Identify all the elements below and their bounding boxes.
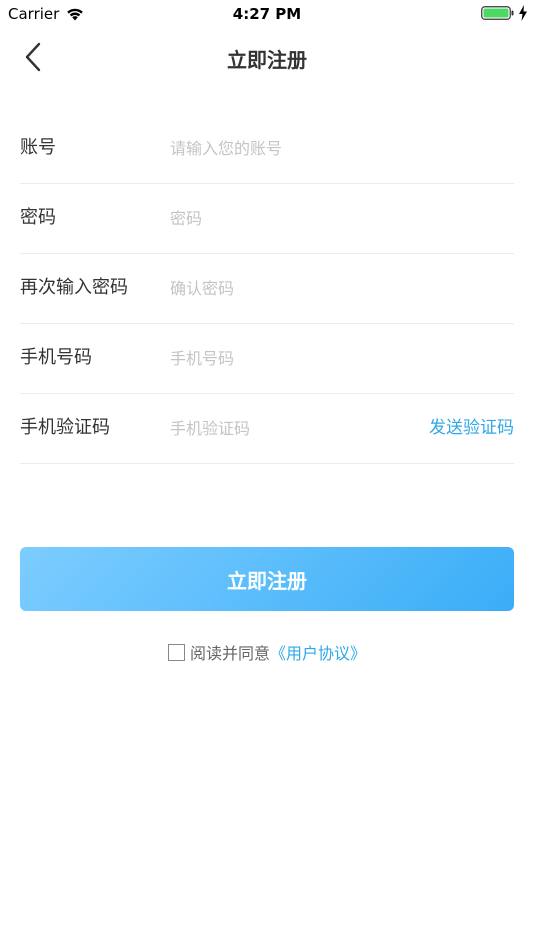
form-row-password: 密码 (20, 184, 514, 254)
form-row-verification-code: 手机验证码 发送验证码 (20, 394, 514, 464)
password-input[interactable] (170, 202, 410, 234)
account-label: 账号 (20, 137, 56, 158)
password-label: 密码 (20, 207, 56, 228)
form-row-account: 账号 (20, 114, 514, 184)
agree-checkbox[interactable] (167, 643, 185, 661)
form-row-phone: 手机号码 (20, 324, 514, 394)
user-agreement-link[interactable]: 《用户协议》 (270, 640, 366, 664)
agreement-text: 阅读并同意 (189, 644, 270, 663)
form-row-confirm-password: 再次输入密码 (20, 254, 514, 324)
agreement: 阅读并同意 《用户协议》 (0, 640, 534, 664)
status-time: 4:27 PM (232, 5, 302, 23)
battery-icon (481, 5, 515, 21)
charging-bolt-icon (518, 5, 528, 21)
send-code-button[interactable]: 发送验证码 (429, 416, 514, 440)
verification-code-label: 手机验证码 (20, 417, 110, 438)
status-right (481, 5, 528, 21)
confirm-password-input[interactable] (170, 272, 410, 304)
nav-bar: 立即注册 (0, 28, 534, 88)
status-bar: Carrier 4:27 PM (0, 0, 534, 28)
verification-code-input[interactable] (170, 412, 410, 444)
confirm-password-label: 再次输入密码 (20, 277, 128, 298)
phone-input[interactable] (170, 342, 410, 374)
registration-form: 账号 密码 再次输入密码 手机号码 手机验证码 发送验证码 (20, 114, 514, 464)
account-input[interactable] (170, 132, 410, 164)
register-button[interactable]: 立即注册 (20, 547, 514, 611)
page-title: 立即注册 (227, 48, 307, 72)
phone-label: 手机号码 (20, 347, 92, 368)
